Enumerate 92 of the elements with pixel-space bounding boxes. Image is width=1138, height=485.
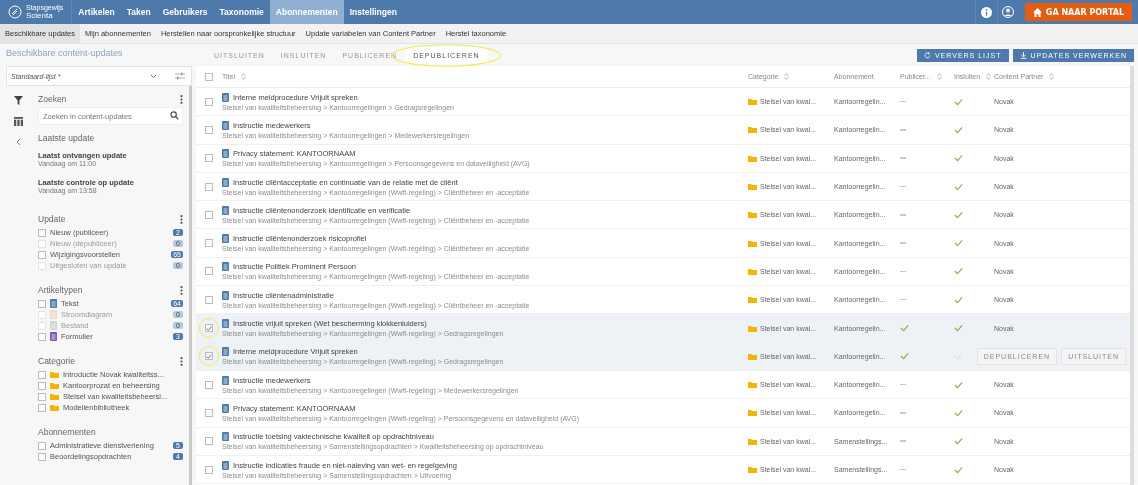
document-icon [222,177,229,187]
row-checkbox[interactable] [205,267,213,276]
sort-icon[interactable] [784,73,790,80]
folder-icon [748,466,757,473]
folder-icon [748,324,757,332]
filter-checkbox[interactable] [38,228,46,237]
more-icon[interactable] [180,285,183,295]
refresh-icon [923,51,931,59]
row-checkbox[interactable] [205,239,213,248]
folder-icon [748,352,757,360]
document-icon [222,205,229,215]
nav-tab[interactable]: Taxonomie [213,0,270,24]
row-checkbox[interactable] [205,295,213,304]
filter-checkbox[interactable] [38,441,46,450]
document-icon [222,290,229,300]
section-title: Artikeltypen [38,285,83,295]
form-icon [50,332,57,341]
folder-icon [748,183,757,191]
filter-checkbox[interactable] [38,299,46,308]
user-icon[interactable] [1002,6,1015,18]
document-icon [222,262,229,272]
document-icon [222,319,229,328]
row-checkbox[interactable] [205,437,213,446]
filter-checkbox[interactable] [38,250,46,259]
nav-tab[interactable]: Taken [120,0,157,24]
section-title: Zoeken [38,94,67,104]
info-icon[interactable] [980,6,992,18]
filter-checkbox[interactable] [38,403,46,412]
row-checkbox[interactable] [205,125,213,134]
folder-icon [748,211,757,219]
filter-checkbox[interactable] [38,452,46,461]
document-icon [222,375,229,385]
sliders-icon[interactable] [175,72,185,80]
sort-icon[interactable] [936,73,942,80]
folder-icon [748,126,757,134]
document-icon [222,234,229,244]
filter-checkbox[interactable] [38,381,46,390]
sort-icon[interactable] [1049,73,1055,80]
file-icon [50,321,57,330]
document-icon [222,460,229,470]
page-title: Beschikbare content-updates [6,47,124,60]
document-icon [222,403,229,413]
select-all-checkbox[interactable] [205,72,213,81]
folder-icon [748,98,757,106]
nav-tab[interactable]: Instellingen [343,0,403,24]
brand-name: Scienta [26,12,53,20]
document-icon [222,92,229,102]
document-icon [222,149,229,159]
portal-button[interactable]: GA NAAR PORTAL [1024,3,1132,21]
chevron-down-icon [150,73,157,79]
folder-icon [748,437,757,445]
collapse-icon[interactable] [15,138,21,146]
columns-icon[interactable] [13,117,23,126]
row-checkbox[interactable] [205,380,213,389]
folder-icon [748,154,757,162]
row-checkbox[interactable] [205,408,213,417]
folder-icon [748,409,757,417]
more-icon[interactable] [180,214,183,224]
document-icon [222,120,229,130]
document-icon [222,347,229,357]
document-icon [222,432,229,442]
section-title: Update [38,214,66,224]
search-icon[interactable] [170,111,179,120]
row-checkbox[interactable] [205,465,213,474]
flowchart-icon [50,310,57,319]
home-icon [1032,7,1042,17]
row-checkbox[interactable] [205,154,213,163]
sort-icon[interactable] [240,73,246,80]
nav-tab[interactable]: Gebruikers [156,0,214,24]
filter-icon[interactable] [13,96,23,105]
download-icon [1019,51,1027,59]
row-checkbox[interactable] [205,210,213,219]
folder-icon [748,239,757,247]
section-title: Categorie [38,356,75,366]
filter-checkbox[interactable] [38,392,46,401]
more-icon[interactable] [180,94,183,104]
folder-icon [748,381,757,389]
filter-checkbox[interactable] [38,370,46,379]
section-title: Laatste update [38,133,95,143]
logo-icon [8,5,22,19]
row-checkbox[interactable] [205,324,213,332]
nav-tab[interactable]: Artikelen [72,0,121,24]
filter-checkbox[interactable] [38,332,46,341]
row-checkbox[interactable] [205,352,213,361]
section-title: Abonnementen [38,427,96,437]
folder-icon [748,267,757,275]
document-icon [50,299,57,308]
sort-icon[interactable] [986,73,992,80]
row-checkbox[interactable] [205,182,213,191]
folder-icon [748,296,757,304]
row-checkbox[interactable] [205,97,213,106]
more-icon[interactable] [180,356,183,366]
